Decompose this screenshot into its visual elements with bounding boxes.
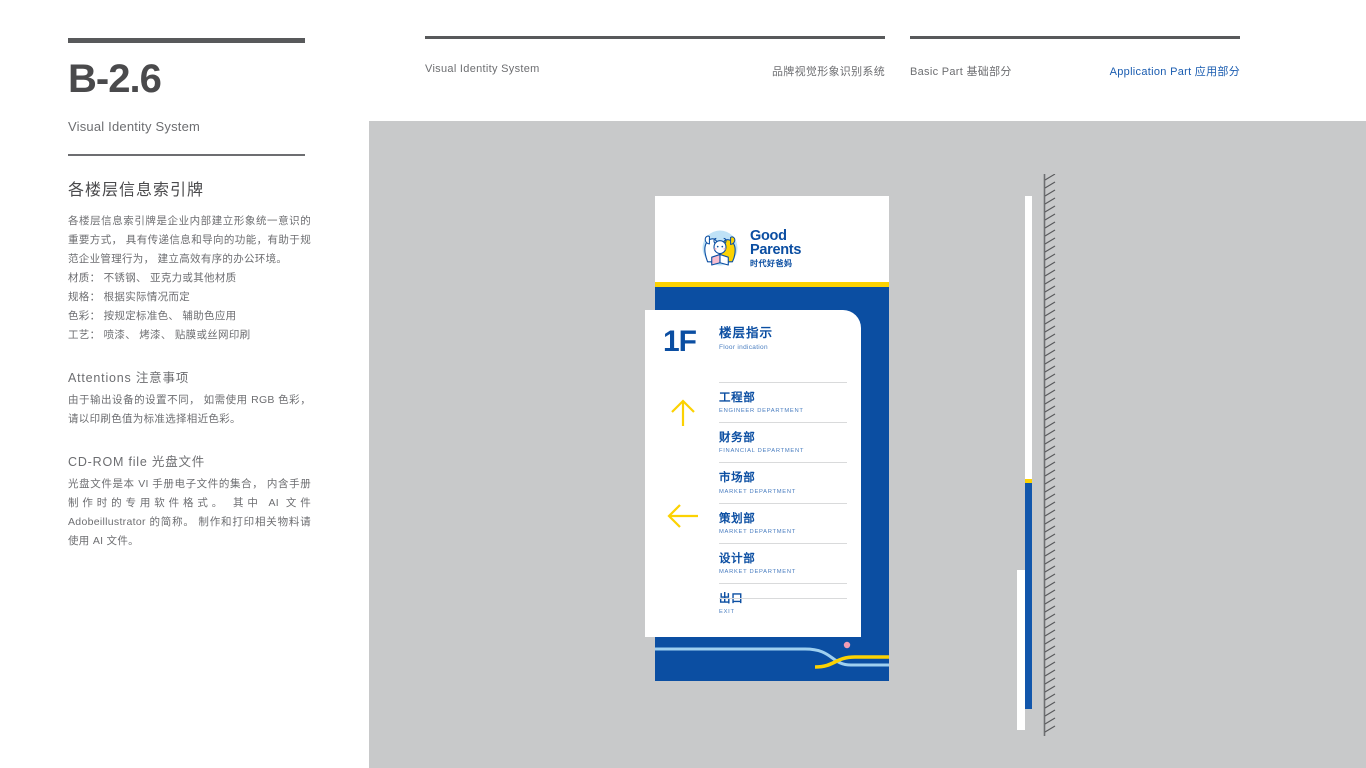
- directory-row-en: FINANCIAL DEPARTMENT: [719, 448, 805, 455]
- directory-row-financial[interactable]: 财务部 FINANCIAL DEPARTMENT: [719, 422, 847, 462]
- spec-size: 规格： 根据实际情况而定: [68, 291, 191, 303]
- section-title: 各楼层信息索引牌: [68, 182, 205, 199]
- floor-directory-card: 1F 楼层指示 Floor indication 工程部 ENGINEER DE…: [645, 310, 861, 637]
- directory-row-cn: 策划部: [719, 512, 756, 525]
- title-rule-bottom: [68, 154, 305, 156]
- side-strip-blue: [1025, 483, 1032, 709]
- logo-word-parents: Parents: [750, 242, 802, 258]
- logo-wordmark: Good Parents 时代好爸妈: [750, 227, 802, 268]
- department-list: 工程部 ENGINEER DEPARTMENT 财务部 FINANCIAL DE…: [719, 382, 847, 623]
- family-reading-mascot-icon: [702, 230, 738, 266]
- cdrom-body: 光盘文件是本 VI 手册电子文件的集合， 内含手册制作时的专用软件格式。 其中 …: [68, 478, 311, 547]
- nav-group-left: Visual Identity System 品牌视觉形象识别系统: [425, 36, 885, 79]
- spec-color: 色彩： 按规定标准色、 辅助色应用: [68, 310, 237, 322]
- page-subtitle: Visual Identity System: [68, 119, 201, 134]
- nav-item-brand-system-cn[interactable]: 品牌视觉形象识别系统: [425, 63, 885, 79]
- directory-row-cn: 出口: [719, 593, 744, 606]
- floor-label-cn: 楼层指示: [719, 326, 774, 340]
- directory-row-cn: 设计部: [719, 552, 756, 565]
- artwork-canvas: Good Parents 时代好爸妈 1F 楼层指示 Floor indicat…: [369, 121, 1366, 768]
- nav-rule-left: [425, 36, 885, 39]
- arrow-left-icon: [667, 504, 698, 528]
- directory-row-market[interactable]: 市场部 MARKET DEPARTMENT: [719, 462, 847, 502]
- nav-group-right: Basic Part 基础部分 Application Part 应用部分: [910, 36, 1240, 79]
- section-intro-text: 各楼层信息索引牌是企业内部建立形象统一意识的重要方式， 具有传递信息和导向的功能…: [68, 215, 311, 265]
- cdrom-heading: CD-ROM file 光盘文件: [68, 455, 206, 469]
- nav-rule-right: [910, 36, 1240, 39]
- spec-material: 材质： 不锈钢、 亚克力或其他材质: [68, 272, 237, 284]
- side-card-edge: [1017, 570, 1025, 730]
- directory-row-en: MARKET DEPARTMENT: [719, 528, 796, 535]
- floor-number: 1F: [663, 325, 697, 358]
- spec-process: 工艺： 喷漆、 烤漆、 贴膜或丝网印刷: [68, 329, 251, 341]
- floor-label-block: 楼层指示 Floor indication: [719, 326, 774, 351]
- arrow-up-icon: [671, 399, 695, 426]
- brand-logo: Good Parents 时代好爸妈: [697, 225, 801, 271]
- directory-row-en: ENGINEER DEPARTMENT: [719, 408, 804, 415]
- side-strip-white: [1025, 196, 1032, 479]
- directory-row-cn: 财务部: [719, 432, 756, 445]
- logo-word-good: Good: [750, 227, 787, 244]
- top-navigation: Visual Identity System 品牌视觉形象识别系统 Basic …: [425, 0, 1295, 100]
- left-info-column: B-2.6 Visual Identity System 各楼层信息索引牌 各楼…: [68, 0, 318, 768]
- title-rule-top: [68, 38, 305, 43]
- floor-indicator-header: 1F 楼层指示 Floor indication: [663, 325, 774, 358]
- sign-side-view: [1017, 174, 1067, 736]
- directory-row-en: EXIT: [719, 609, 735, 616]
- directory-row-exit[interactable]: 出口 EXIT: [719, 583, 847, 623]
- nav-item-application-part[interactable]: Application Part 应用部分: [910, 63, 1240, 79]
- sign-yellow-band: [655, 282, 889, 287]
- attentions-heading: Attentions 注意事项: [68, 371, 190, 385]
- logo-chinese-name: 时代好爸妈: [750, 258, 793, 268]
- wall-hatch-icon: [1043, 174, 1056, 736]
- wave-pink-dot: [843, 641, 851, 649]
- directory-bottom-rule: [719, 598, 847, 599]
- directory-row-design[interactable]: 设计部 MARKET DEPARTMENT: [719, 542, 847, 583]
- attentions-body: 由于输出设备的设置不同， 如需使用 RGB 色彩， 请以印刷色值为标准选择相近色…: [68, 394, 311, 425]
- floor-label-en: Floor indication: [719, 343, 768, 351]
- directory-row-planning[interactable]: 策划部 MARKET DEPARTMENT: [719, 502, 847, 543]
- directory-row-en: MARKET DEPARTMENT: [719, 488, 796, 495]
- directory-row-cn: 工程部: [719, 392, 756, 404]
- page-code: B-2.6: [68, 57, 162, 101]
- directory-row-cn: 市场部: [719, 472, 756, 485]
- directory-row-engineer[interactable]: 工程部 ENGINEER DEPARTMENT: [719, 382, 847, 422]
- directory-row-en: MARKET DEPARTMENT: [719, 569, 796, 576]
